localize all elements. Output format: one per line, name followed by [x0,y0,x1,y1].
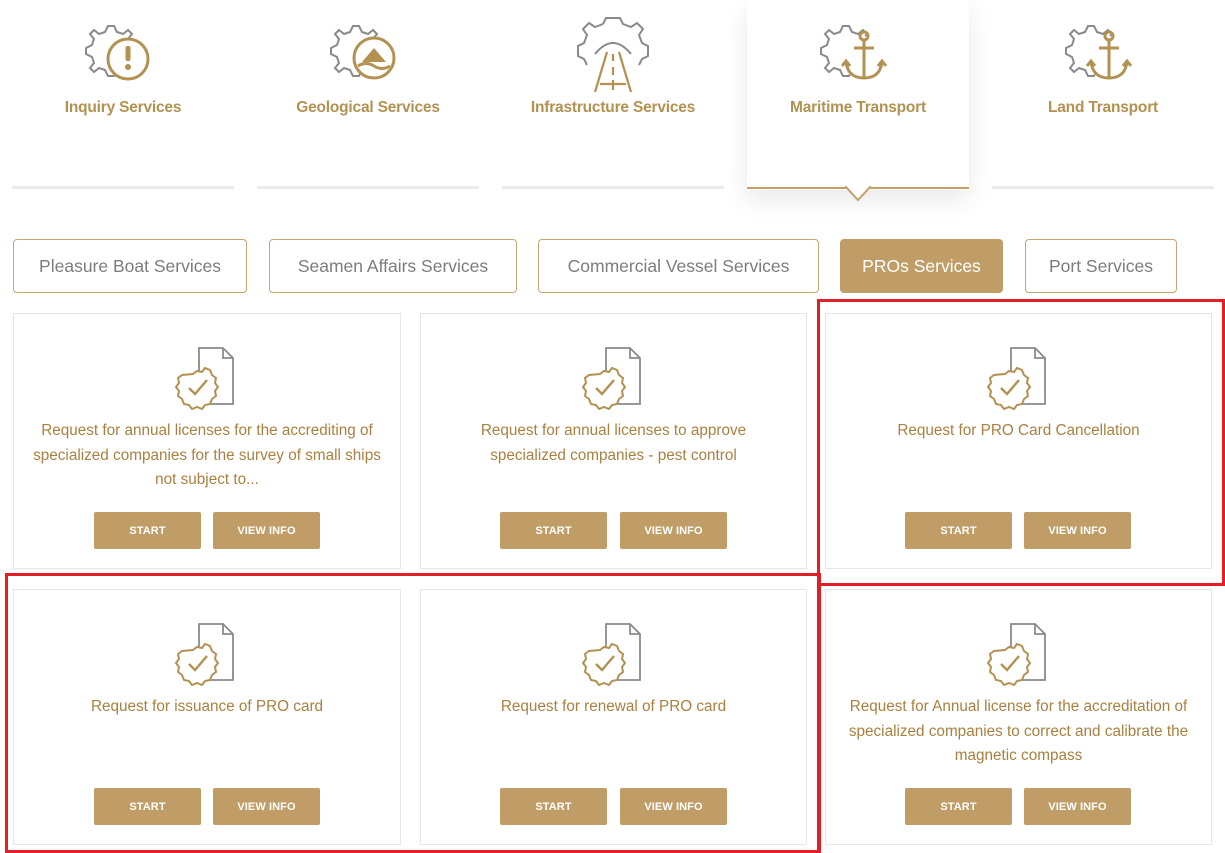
category-underline [257,186,479,189]
view-info-button[interactable]: VIEW INFO [213,512,320,549]
view-info-button[interactable]: VIEW INFO [620,788,727,825]
gear-geology-icon [330,25,396,80]
category-label: Infrastructure Services [530,99,696,116]
view-info-button[interactable]: VIEW INFO [620,512,727,549]
start-button[interactable]: START [905,788,1012,825]
service-card: Request for PRO Card Cancellation START … [825,313,1212,569]
service-card-title: Request for Annual license for the accre… [848,698,1189,764]
start-button[interactable]: START [94,788,201,825]
start-button[interactable]: START [500,788,607,825]
category-infrastructure-services[interactable]: Infrastructure Services [502,0,724,190]
category-geological-services[interactable]: Geological Services [257,0,479,190]
subtab-pleasure-boat-services[interactable]: Pleasure Boat Services [13,239,247,293]
service-card-title: Request for annual licenses to approve s… [480,422,747,464]
category-label: Geological Services [296,99,440,116]
gear-exclamation-icon [85,25,150,81]
document-check-icon [174,623,234,686]
category-label: Inquiry Services [64,99,182,116]
category-inquiry-services[interactable]: Inquiry Services [12,0,234,190]
view-info-button[interactable]: VIEW INFO [1024,512,1131,549]
document-check-icon [986,347,1046,410]
category-underline [12,186,234,189]
subtab-seamen-affairs-services[interactable]: Seamen Affairs Services [269,239,517,293]
category-label: Land Transport [1047,99,1158,116]
subtab-pros-services[interactable]: PROs Services [840,239,1003,293]
view-info-button[interactable]: VIEW INFO [1024,788,1131,825]
category-underline [992,186,1214,189]
gear-anchor-icon [820,25,888,80]
category-underline [502,186,724,189]
highlight-box [817,583,821,853]
subtab-commercial-vessel-services[interactable]: Commercial Vessel Services [538,239,819,293]
document-check-icon [581,347,641,410]
gear-anchor-icon [1065,25,1133,80]
start-button[interactable]: START [94,512,201,549]
view-info-button[interactable]: VIEW INFO [213,788,320,825]
service-card-title: Request for issuance of PRO card [90,698,324,715]
gear-road-icon [577,17,649,93]
service-card: Request for Annual license for the accre… [825,589,1212,845]
category-label: Maritime Transport [790,99,926,116]
service-card: Request for annual licenses for the accr… [13,313,401,569]
document-check-icon [174,347,234,410]
service-card: Request for annual licenses to approve s… [420,313,807,569]
service-card-title: Request for renewal of PRO card [500,698,727,715]
start-button[interactable]: START [500,512,607,549]
start-button[interactable]: START [905,512,1012,549]
category-land-transport[interactable]: Land Transport [992,0,1214,190]
service-card: Request for issuance of PRO card START V… [13,589,401,845]
document-check-icon [986,623,1046,686]
service-card-title: Request for annual licenses for the accr… [33,422,381,488]
service-card: Request for renewal of PRO card START VI… [420,589,807,845]
category-maritime-transport[interactable]: Maritime Transport [747,0,969,202]
document-check-icon [581,623,641,686]
service-card-title: Request for PRO Card Cancellation [897,422,1140,439]
subtab-port-services[interactable]: Port Services [1025,239,1177,293]
